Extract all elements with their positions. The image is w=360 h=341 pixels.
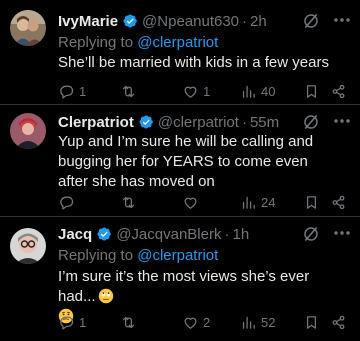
views-icon [242, 316, 255, 329]
repost-button[interactable] [120, 312, 141, 332]
author-name[interactable]: IvyMarie [58, 13, 118, 30]
tweet-ivymarie[interactable]: IvyMarie @Npeanut630 · 2h Replying to @c… [0, 0, 360, 104]
reply-icon [60, 316, 74, 330]
verified-badge-icon [139, 115, 153, 129]
share-button[interactable] [330, 312, 347, 332]
repost-icon [122, 196, 135, 208]
replying-to-link[interactable]: @clerpatriot [137, 34, 218, 51]
like-icon [184, 86, 197, 98]
tweet-clerpatriot[interactable]: Clerpatriot @clerpatriot · 55m Yup and I… [0, 104, 360, 216]
reply-count: 1 [79, 314, 87, 330]
grok-icon[interactable] [302, 225, 320, 243]
share-icon [332, 84, 345, 98]
more-icon[interactable] [332, 111, 352, 131]
verified-badge-icon [97, 227, 112, 241]
tweet-text-content: I’m sure it’s the most views she’s ever … [58, 268, 310, 305]
author-name[interactable]: Clerpatriot [58, 114, 134, 131]
like-button[interactable]: 1 [182, 81, 210, 101]
author-name[interactable]: Jacq [58, 226, 92, 243]
separator-dot: · [224, 225, 230, 243]
avatar[interactable] [10, 10, 46, 46]
timestamp[interactable]: 55m [250, 114, 279, 131]
replying-prefix: Replying to [58, 34, 138, 51]
author-handle[interactable]: @clerpatriot [158, 114, 239, 131]
tweet-actions: 1 1 40 [58, 81, 348, 101]
separator-dot: · [241, 113, 247, 131]
views-icon [242, 196, 255, 209]
tweet-text: She’ll be married with kids in a few yea… [58, 54, 329, 71]
avatar[interactable] [10, 228, 46, 264]
like-button[interactable] [182, 192, 203, 212]
replying-to: Replying to @clerpatriot [58, 34, 218, 51]
tweet-actions: 1 2 52 [58, 312, 348, 332]
author-handle[interactable]: @Npeanut630 [142, 13, 239, 30]
timestamp[interactable]: 1h [232, 226, 249, 243]
author-handle[interactable]: @JacqvanBlerk [116, 226, 221, 243]
share-icon [332, 195, 345, 209]
views-icon [242, 85, 255, 98]
like-icon [184, 197, 197, 209]
reply-button[interactable]: 1 [58, 312, 86, 332]
repost-button[interactable] [120, 81, 141, 101]
more-icon[interactable] [332, 223, 352, 243]
like-count: 1 [203, 83, 211, 99]
repost-icon [122, 85, 135, 97]
replying-to-link[interactable]: @clerpatriot [137, 247, 218, 264]
bookmark-icon [306, 315, 317, 329]
tweet-actions: 24 [58, 192, 348, 212]
more-icon[interactable] [332, 10, 352, 30]
views-button[interactable]: 52 [240, 312, 275, 332]
replying-prefix: Replying to [58, 247, 138, 264]
tweet-jacq[interactable]: Jacq @JacqvanBlerk · 1h Replying to @cle… [0, 216, 360, 341]
bookmark-button[interactable] [303, 81, 320, 101]
view-count: 52 [261, 314, 276, 330]
share-icon [332, 315, 345, 329]
reply-icon [60, 196, 74, 210]
bookmark-button[interactable] [303, 192, 320, 212]
repost-button[interactable] [120, 192, 141, 212]
like-icon [184, 317, 197, 329]
reply-icon [60, 85, 74, 99]
share-button[interactable] [330, 81, 347, 101]
view-count: 24 [261, 194, 276, 210]
grok-icon[interactable] [302, 113, 320, 131]
like-button[interactable]: 2 [182, 312, 210, 332]
like-count: 2 [203, 314, 211, 330]
repost-icon [122, 316, 135, 328]
share-button[interactable] [330, 192, 347, 212]
replying-to: Replying to @clerpatriot [58, 247, 218, 264]
bookmark-icon [306, 84, 317, 98]
views-button[interactable]: 24 [240, 192, 275, 212]
separator-dot: · [242, 12, 248, 30]
bookmark-button[interactable] [303, 312, 320, 332]
grok-icon[interactable] [302, 12, 320, 30]
tweet-text: Yup and I’m sure he will be calling and … [58, 133, 314, 190]
reply-button[interactable] [58, 192, 79, 212]
timestamp[interactable]: 2h [250, 13, 267, 30]
verified-badge-icon [123, 14, 137, 28]
view-count: 40 [261, 83, 276, 99]
bookmark-icon [306, 195, 317, 209]
reply-count: 1 [79, 83, 87, 99]
avatar[interactable] [10, 113, 46, 149]
reply-button[interactable]: 1 [58, 81, 86, 101]
views-button[interactable]: 40 [240, 81, 275, 101]
rolling-eyes-emoji [98, 288, 113, 304]
